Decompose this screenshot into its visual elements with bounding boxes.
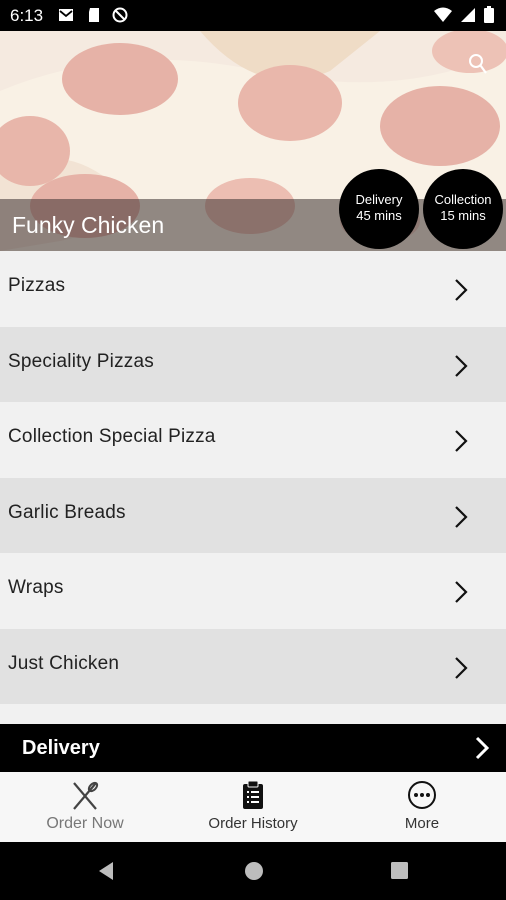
- system-navigation-bar: [0, 842, 506, 900]
- collection-badge-time: 15 mins: [440, 208, 486, 223]
- menu-category-list: Pizzas Speciality Pizzas Collection Spec…: [0, 251, 506, 724]
- battery-icon: [484, 6, 494, 23]
- nav-more-label: More: [404, 815, 440, 832]
- status-bar: 6:13: [0, 0, 506, 31]
- restaurant-name: Funky Chicken: [12, 212, 165, 238]
- delivery-badge-time: 45 mins: [356, 208, 402, 223]
- nav-order-history[interactable]: Order History: [188, 772, 318, 842]
- gmail-icon: [59, 9, 73, 21]
- home-icon[interactable]: [244, 861, 264, 881]
- status-time: 6:13: [10, 6, 44, 25]
- menu-item-pizzas[interactable]: Pizzas: [0, 251, 506, 327]
- wifi-icon: [434, 7, 452, 22]
- chevron-right-icon: [455, 581, 468, 603]
- fork-knife-icon: [73, 781, 99, 810]
- nav-more[interactable]: More: [372, 772, 472, 842]
- delivery-mode-bar[interactable]: Delivery: [0, 724, 506, 772]
- menu-item-speciality-pizzas[interactable]: Speciality Pizzas: [0, 326, 506, 402]
- collection-badge-label: Collection: [434, 192, 492, 207]
- chevron-right-icon: [455, 354, 468, 377]
- chevron-right-icon: [455, 279, 468, 301]
- menu-item-label: Speciality Pizzas: [8, 350, 154, 372]
- do-not-disturb-icon: [112, 7, 128, 23]
- signal-icon: [461, 7, 475, 22]
- menu-item-wraps[interactable]: Wraps: [0, 553, 506, 629]
- more-options-icon: [408, 781, 436, 809]
- search-icon[interactable]: [468, 53, 488, 75]
- menu-item-label: Wraps: [8, 577, 64, 599]
- recents-icon[interactable]: [390, 861, 409, 880]
- back-icon[interactable]: [96, 861, 116, 881]
- restaurant-header: Funky Chicken Delivery 45 mins Collectio…: [0, 31, 506, 251]
- menu-item-label: Garlic Breads: [8, 501, 126, 523]
- menu-item-garlic-breads[interactable]: Garlic Breads: [0, 477, 506, 553]
- chevron-right-icon: [475, 736, 490, 760]
- bottom-navigation: Order Now Order History More: [0, 772, 506, 842]
- clipboard-list-icon: [243, 780, 263, 809]
- sd-card-icon: [89, 8, 99, 22]
- chevron-right-icon: [455, 656, 468, 679]
- nav-order-now-label: Order Now: [46, 815, 124, 832]
- nav-order-now[interactable]: Order Now: [20, 772, 150, 842]
- collection-time-badge: Collection 15 mins: [423, 169, 503, 249]
- menu-item-collection-special-pizza[interactable]: Collection Special Pizza: [0, 402, 506, 478]
- delivery-badge-label: Delivery: [355, 192, 403, 207]
- nav-order-history-label: Order History: [208, 815, 298, 832]
- menu-item-label: Just Chicken: [8, 652, 120, 674]
- delivery-time-badge: Delivery 45 mins: [339, 169, 419, 249]
- menu-item-just-chicken[interactable]: Just Chicken: [0, 628, 506, 704]
- menu-item-label: Pizzas: [8, 275, 66, 297]
- menu-item-label: Collection Special Pizza: [8, 426, 216, 448]
- delivery-mode-label: Delivery: [22, 737, 100, 759]
- chevron-right-icon: [455, 505, 468, 528]
- chevron-right-icon: [455, 430, 468, 452]
